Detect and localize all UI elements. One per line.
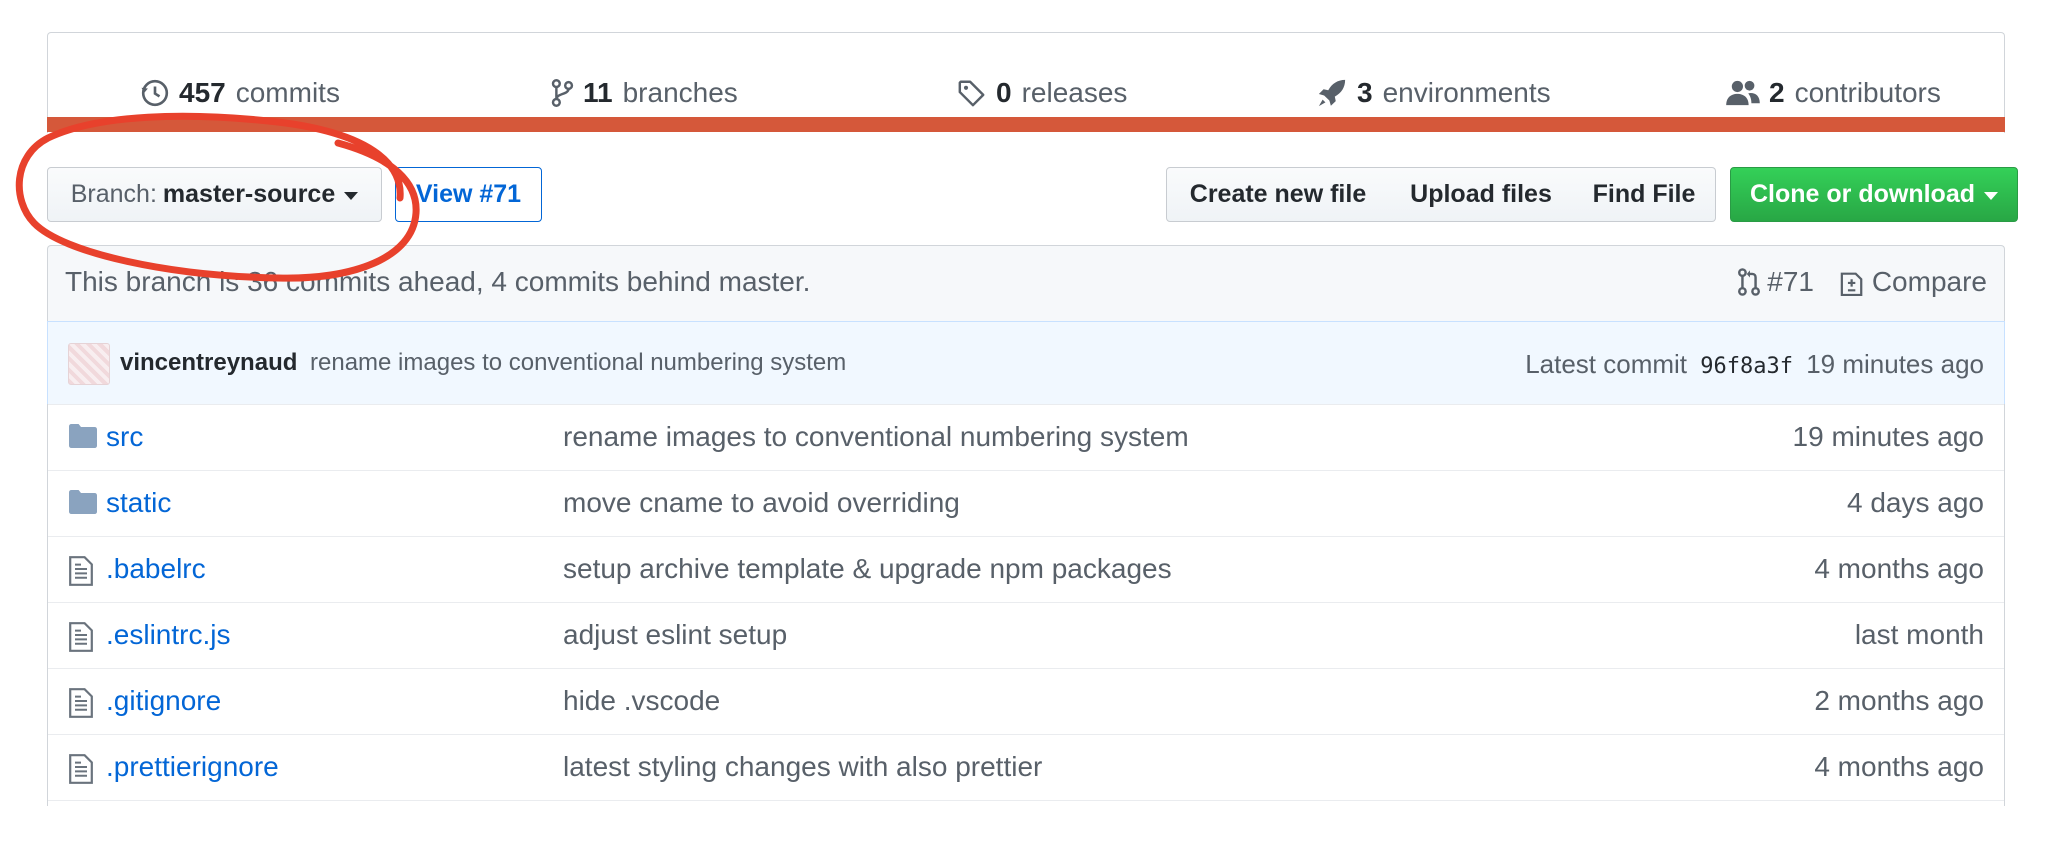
branches-count: 11 <box>583 77 613 108</box>
file-age: 4 days ago <box>1847 487 1984 518</box>
clone-or-download-button[interactable]: Clone or download <box>1730 167 2018 222</box>
file-name-link[interactable]: .babelrc <box>106 553 206 585</box>
environments-label: environments <box>1382 77 1551 108</box>
branch-status-bar: This branch is 36 commits ahead, 4 commi… <box>47 245 2005 322</box>
upload-files-button[interactable]: Upload files <box>1389 167 1574 222</box>
commit-author[interactable]: vincentreynaud <box>120 349 297 377</box>
file-name-link[interactable]: .prettierignore <box>106 751 279 783</box>
folder-icon <box>69 490 97 514</box>
branches-link[interactable]: 11 branches <box>550 73 738 113</box>
commit-meta: Latest commit 96f8a3f 19 minutes ago <box>1525 349 1984 380</box>
tag-icon <box>958 80 985 107</box>
contributors-link[interactable]: 2 contributors <box>1726 73 1941 113</box>
file-icon <box>69 688 93 718</box>
clone-label: Clone or download <box>1750 180 1975 208</box>
file-commit-message[interactable]: latest styling changes with also prettie… <box>563 751 1042 783</box>
branches-label: branches <box>622 77 738 108</box>
releases-label: releases <box>1021 77 1128 108</box>
table-row-divider <box>48 800 2004 866</box>
git-branch-icon <box>551 79 574 107</box>
environments-count: 3 <box>1357 77 1373 108</box>
people-icon <box>1726 80 1760 106</box>
releases-count: 0 <box>996 77 1012 108</box>
history-icon <box>141 79 169 107</box>
pull-request-icon <box>1738 268 1761 296</box>
file-name-link[interactable]: .gitignore <box>106 685 221 717</box>
pull-request-number: #71 <box>1767 266 1814 297</box>
releases-link[interactable]: 0 releases <box>957 73 1127 113</box>
commit-message[interactable]: rename images to conventional numbering … <box>310 349 846 377</box>
commit-sha[interactable]: 96f8a3f <box>1700 354 1793 379</box>
create-new-file-button[interactable]: Create new file <box>1166 167 1390 222</box>
folder-icon <box>69 424 97 448</box>
branch-name: master-source <box>162 180 336 208</box>
file-icon <box>69 754 93 784</box>
file-icon <box>69 556 93 586</box>
rocket-icon <box>1318 79 1346 107</box>
table-row: src rename images to conventional number… <box>48 404 2004 470</box>
file-name-link[interactable]: src <box>106 421 143 453</box>
latest-commit-bar: vincentreynaud rename images to conventi… <box>47 321 2005 405</box>
file-list: src rename images to conventional number… <box>47 404 2005 806</box>
contributors-label: contributors <box>1794 77 1941 108</box>
compare-link[interactable]: Compare <box>1840 266 1987 298</box>
chevron-down-icon <box>1984 191 1998 200</box>
commits-label: commits <box>235 77 340 108</box>
file-commit-message[interactable]: hide .vscode <box>563 685 720 717</box>
table-row: .gitignore hide .vscode 2 months ago <box>48 668 2004 734</box>
commit-age: 19 minutes ago <box>1806 349 1984 379</box>
view-pull-request-button[interactable]: View #71 <box>395 167 542 222</box>
file-commit-message[interactable]: setup archive template & upgrade npm pac… <box>563 553 1172 585</box>
branch-select-button[interactable]: Branch: master-source <box>47 167 382 222</box>
branch-prefix: Branch: <box>70 180 157 208</box>
diff-icon <box>1840 272 1863 297</box>
branch-comparison-text: This branch is 36 commits ahead, 4 commi… <box>65 266 811 297</box>
file-name-link[interactable]: .eslintrc.js <box>106 619 230 651</box>
file-age: 4 months ago <box>1814 553 1984 584</box>
contributors-count: 2 <box>1769 77 1785 108</box>
file-commit-message[interactable]: rename images to conventional numbering … <box>563 421 1189 453</box>
file-icon <box>69 622 93 652</box>
find-file-button[interactable]: Find File <box>1573 167 1716 222</box>
file-commit-message[interactable]: adjust eslint setup <box>563 619 787 651</box>
file-commit-message[interactable]: move cname to avoid overriding <box>563 487 960 519</box>
file-age: 19 minutes ago <box>1792 421 1984 452</box>
table-row: .babelrc setup archive template & upgrad… <box>48 536 2004 602</box>
environments-link[interactable]: 3 environments <box>1316 73 1551 113</box>
table-row: .prettierignore latest styling changes w… <box>48 734 2004 800</box>
language-bar[interactable] <box>47 117 2005 132</box>
avatar[interactable] <box>68 343 110 385</box>
table-row: .eslintrc.js adjust eslint setup last mo… <box>48 602 2004 668</box>
latest-commit-prefix: Latest commit <box>1525 349 1688 379</box>
pull-request-link[interactable]: #71 <box>1737 266 1814 298</box>
file-age: 4 months ago <box>1814 751 1984 782</box>
table-row: static move cname to avoid overriding 4 … <box>48 470 2004 536</box>
file-name-link[interactable]: static <box>106 487 171 519</box>
commits-count: 457 <box>179 77 226 108</box>
file-age: last month <box>1854 619 1984 650</box>
compare-label: Compare <box>1871 266 1987 297</box>
commits-link[interactable]: 457 commits <box>140 73 340 113</box>
file-age: 2 months ago <box>1814 685 1984 716</box>
chevron-down-icon <box>344 191 359 200</box>
